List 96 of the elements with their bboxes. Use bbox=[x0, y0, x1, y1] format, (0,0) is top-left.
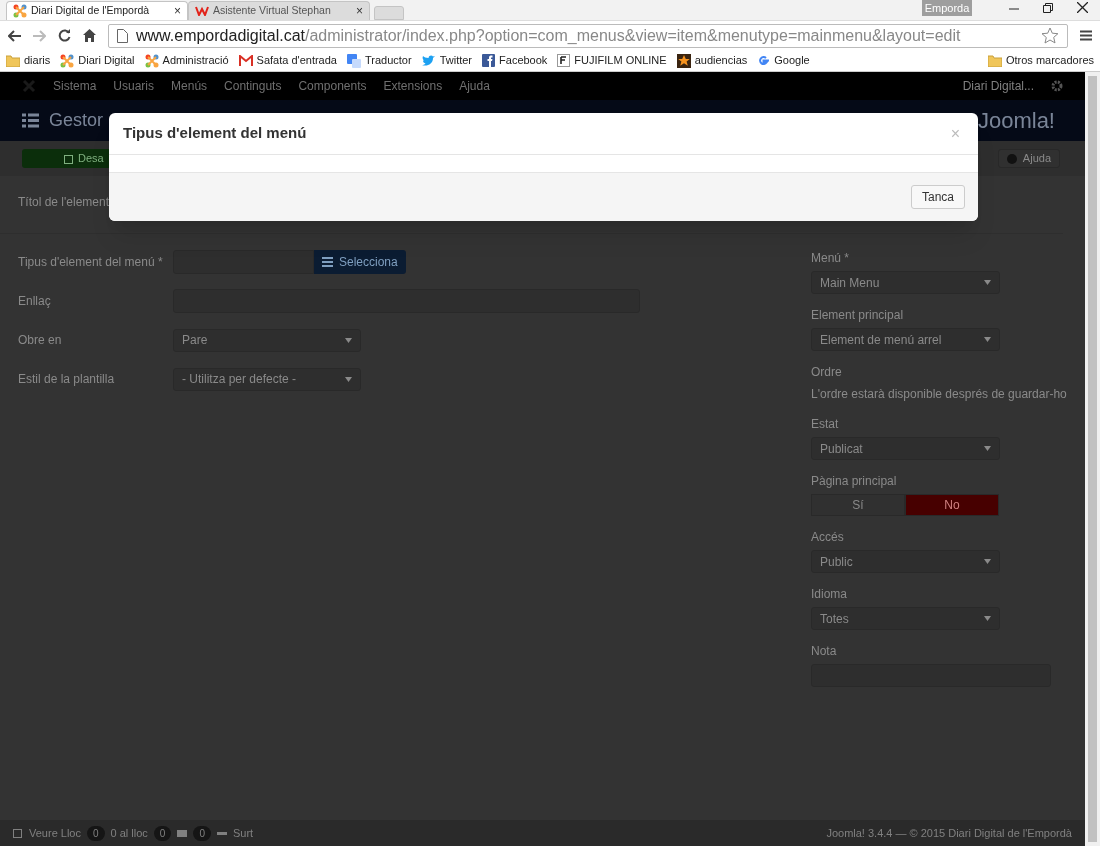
toggle-option[interactable]: Sí bbox=[811, 494, 905, 516]
page-title: Gestor bbox=[49, 109, 104, 132]
select-button[interactable]: Selecciona bbox=[314, 250, 406, 274]
nav-menu-item[interactable]: Menús bbox=[171, 77, 208, 95]
field-label: Pàgina principal bbox=[811, 473, 898, 489]
dropdown[interactable]: Pare bbox=[173, 328, 361, 352]
toggle-option[interactable]: No bbox=[905, 494, 999, 516]
browser-tab[interactable]: Diari Digital de l'Empordà × bbox=[6, 1, 188, 20]
list-icon bbox=[22, 113, 39, 128]
field-label: Idioma bbox=[811, 586, 849, 602]
reload-icon[interactable] bbox=[58, 29, 71, 42]
page-icon bbox=[117, 28, 128, 43]
star-icon bbox=[676, 53, 691, 68]
caret-icon bbox=[345, 376, 352, 382]
field-label: Tipus d'element del menú * bbox=[18, 254, 164, 271]
facebook-icon bbox=[482, 54, 496, 67]
close-icon[interactable]: × bbox=[174, 2, 181, 20]
bookmark[interactable]: audiencias bbox=[676, 52, 748, 69]
nav-menu-item[interactable]: Continguts bbox=[224, 77, 282, 95]
logo-icon bbox=[13, 4, 27, 18]
bookmark[interactable]: Facebook bbox=[482, 52, 548, 69]
close-icon[interactable] bbox=[1077, 2, 1088, 13]
nav-menu-item[interactable]: Extensions bbox=[383, 77, 443, 95]
browser-tab[interactable]: Asistente Virtual Stephan × bbox=[188, 1, 370, 20]
copyright-text: Joomla! 3.4.4 — © 2015 Diari Digital de l'Empordà bbox=[826, 825, 1072, 841]
translate-icon bbox=[346, 53, 361, 68]
site-link[interactable]: Diari Digital... bbox=[962, 77, 1034, 95]
count-badge: 0 bbox=[193, 825, 211, 841]
field-label: Accés bbox=[811, 529, 845, 545]
bookmark[interactable]: Otros marcadores bbox=[987, 52, 1094, 69]
field-label: Element principal bbox=[811, 307, 905, 323]
field-label: Nota bbox=[811, 643, 838, 659]
caret-icon bbox=[984, 559, 991, 564]
mail-icon bbox=[238, 55, 253, 66]
close-icon[interactable]: × bbox=[356, 2, 363, 20]
dropdown[interactable]: Publicat bbox=[811, 437, 1000, 460]
bookmark[interactable]: Google bbox=[757, 52, 810, 69]
count-badge: 0 bbox=[87, 825, 105, 841]
bookmark[interactable]: Traductor bbox=[346, 52, 412, 69]
menu-icon[interactable] bbox=[1080, 30, 1092, 41]
field-label: Obre en bbox=[18, 332, 63, 349]
bookmark[interactable]: diaris bbox=[6, 52, 51, 69]
nav-menu-item[interactable]: Usuaris bbox=[113, 77, 155, 95]
restore-icon[interactable] bbox=[1043, 2, 1053, 13]
nav-menu-item[interactable]: Ajuda bbox=[459, 77, 490, 95]
caret-icon bbox=[345, 337, 352, 343]
logout-link[interactable]: Surt bbox=[232, 824, 254, 842]
brand-logo: Joomla! bbox=[977, 107, 1056, 135]
count-badge: 0 bbox=[153, 825, 172, 841]
bird-icon bbox=[421, 54, 436, 67]
dropdown[interactable]: - Utilitza per defecte - bbox=[173, 367, 361, 391]
bookmark[interactable]: FUJIFILM ONLINE bbox=[557, 52, 667, 69]
view-site-link[interactable]: Veure Lloc bbox=[29, 824, 81, 842]
field-label: Estat bbox=[811, 416, 840, 432]
logo-icon bbox=[60, 53, 75, 68]
input-field[interactable] bbox=[173, 250, 314, 274]
square-icon bbox=[557, 54, 571, 67]
visitors-text: 0 al lloc bbox=[110, 825, 148, 841]
dropdown[interactable]: Public bbox=[811, 550, 1000, 573]
field-label: Enllaç bbox=[18, 293, 52, 310]
back-icon[interactable] bbox=[8, 29, 21, 42]
mail-icon bbox=[177, 829, 188, 837]
scrollbar[interactable] bbox=[1085, 72, 1100, 846]
minus-icon bbox=[216, 831, 227, 835]
caret-icon bbox=[984, 616, 991, 621]
dropdown[interactable]: Totes bbox=[811, 607, 1000, 630]
bookmark[interactable]: Diari Digital bbox=[60, 52, 135, 69]
address-field[interactable]: www.empordadigital.cat/administrator/index.php?option=com_menus&view=item&menutype=mainmenu&layout=edit bbox=[108, 23, 1068, 48]
dropdown[interactable]: Element de menú arrel bbox=[811, 328, 1000, 351]
google-icon bbox=[757, 54, 771, 67]
nav-menu-item[interactable]: Sistema bbox=[53, 77, 97, 95]
list-icon bbox=[322, 257, 333, 267]
dropdown[interactable]: Main Menu bbox=[811, 271, 1000, 294]
help-button[interactable]: Ajuda bbox=[997, 149, 1060, 168]
forward-icon[interactable] bbox=[33, 29, 46, 42]
w-icon bbox=[195, 6, 209, 16]
caret-icon bbox=[984, 446, 991, 451]
close-button[interactable]: Tanca bbox=[910, 185, 965, 209]
logo-icon bbox=[144, 53, 159, 68]
modal-title: Tipus d'element del menú bbox=[123, 123, 307, 144]
star-icon[interactable] bbox=[1041, 27, 1059, 44]
settings-icon[interactable] bbox=[1051, 80, 1063, 92]
bookmark[interactable]: Safata d'entrada bbox=[238, 52, 337, 69]
caret-icon bbox=[984, 280, 991, 285]
caret-icon bbox=[984, 337, 991, 342]
bookmark[interactable]: Administració bbox=[144, 52, 229, 69]
bookmark[interactable]: Twitter bbox=[421, 52, 473, 69]
field-label: Estil de la plantilla bbox=[18, 371, 116, 388]
home-icon[interactable] bbox=[83, 29, 96, 42]
field-label: Títol de l'element bbox=[18, 195, 109, 209]
folder-icon bbox=[987, 54, 1002, 67]
nav-menu-item[interactable]: Components bbox=[298, 77, 367, 95]
folder-icon bbox=[6, 54, 20, 67]
info-text: L'ordre estarà disponible després de guardar-ho bbox=[811, 386, 1067, 403]
field-label: Menú * bbox=[811, 250, 851, 266]
field-label: Ordre bbox=[811, 364, 843, 380]
